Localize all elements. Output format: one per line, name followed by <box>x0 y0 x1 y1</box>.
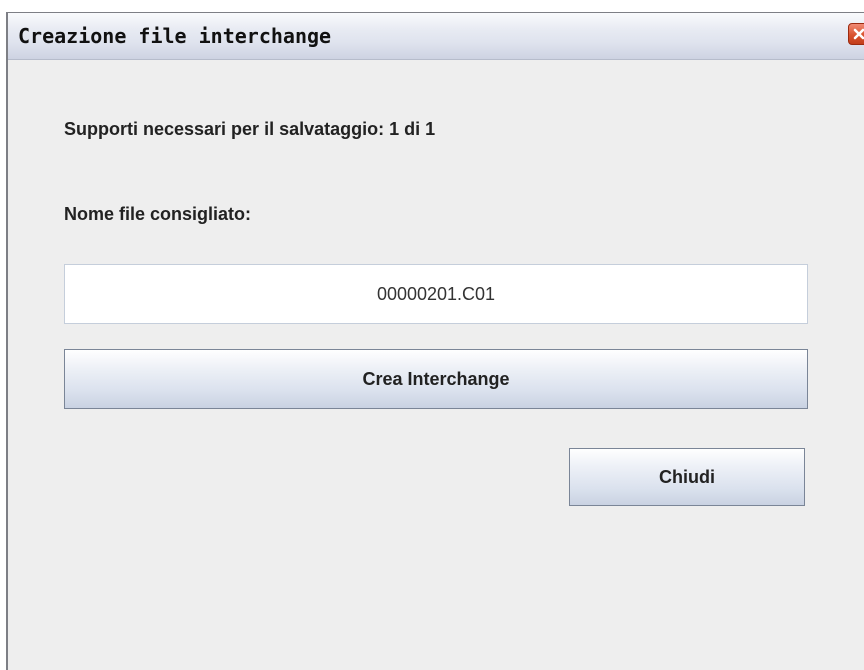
close-icon <box>853 28 864 40</box>
chiudi-button[interactable]: Chiudi <box>569 448 805 506</box>
chiudi-label: Chiudi <box>659 466 715 487</box>
close-button[interactable] <box>848 23 864 45</box>
title-bar[interactable]: Creazione file interchange <box>8 13 864 60</box>
window-title: Creazione file interchange <box>18 24 332 48</box>
supporti-label: Supporti necessari per il salvataggio: 1… <box>64 119 436 139</box>
filename-field[interactable] <box>64 264 808 324</box>
crea-interchange-label: Crea Interchange <box>362 368 510 389</box>
nome-file-label: Nome file consigliato: <box>64 204 252 224</box>
crea-interchange-button[interactable]: Crea Interchange <box>64 349 808 409</box>
dialog-window: Creazione file interchange Supporti nece… <box>6 12 864 670</box>
